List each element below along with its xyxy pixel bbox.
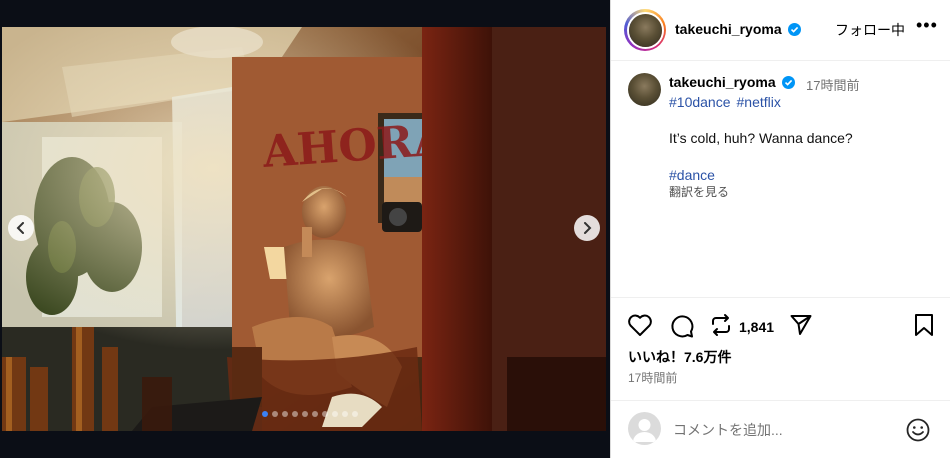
repost-count: 1,841 — [739, 319, 775, 335]
likes-count[interactable]: いいね！7.6万件 — [628, 347, 731, 367]
chevron-left-icon — [16, 222, 24, 234]
comment-input[interactable] — [673, 419, 893, 441]
post-timestamp: 17時間前 — [628, 371, 678, 385]
post-header: takeuchi_ryoma フォロー中 ••• — [611, 0, 950, 61]
carousel-dot — [282, 411, 288, 417]
caption-avatar[interactable] — [628, 73, 661, 106]
chevron-right-icon — [584, 222, 592, 234]
carousel-dot — [342, 411, 348, 417]
share-icon[interactable] — [789, 313, 813, 342]
carousel-dot — [312, 411, 318, 417]
heart-icon[interactable] — [627, 313, 653, 342]
carousel-prev-button[interactable] — [8, 215, 34, 241]
carousel-dot — [262, 411, 268, 417]
post-actions: 1,841 いいね！7.6万件 17時間前 — [611, 297, 950, 407]
post-photo[interactable]: AHORA — [2, 27, 606, 431]
carousel-dot — [332, 411, 338, 417]
carousel-dot — [352, 411, 358, 417]
carousel-next-button[interactable] — [574, 215, 600, 241]
author-avatar[interactable] — [624, 9, 666, 51]
bookmark-icon[interactable] — [913, 313, 935, 342]
carousel-dot — [302, 411, 308, 417]
caption-time: 17時間前 — [806, 78, 860, 93]
comment-icon[interactable] — [669, 313, 695, 344]
see-translation-link[interactable]: 翻訳を見る — [669, 183, 729, 200]
more-options-icon[interactable]: ••• — [916, 15, 938, 36]
viewer-avatar — [628, 412, 661, 445]
caption-hashtags: #10dance #netflix — [669, 94, 787, 110]
carousel-dot — [322, 411, 328, 417]
verified-badge-icon — [788, 23, 801, 36]
repost-icon[interactable] — [709, 313, 733, 342]
verified-badge-icon — [782, 76, 795, 89]
author-username[interactable]: takeuchi_ryoma — [675, 21, 782, 37]
hashtag-link[interactable]: #10dance — [669, 94, 731, 110]
carousel-dot — [292, 411, 298, 417]
caption-username[interactable]: takeuchi_ryoma — [669, 74, 776, 90]
carousel-dot — [272, 411, 278, 417]
hashtag-link[interactable]: #netflix — [737, 94, 781, 110]
caption-text: It’s cold, huh? Wanna dance? — [669, 130, 853, 146]
emoji-icon[interactable] — [905, 417, 931, 448]
carousel-dots — [262, 411, 358, 417]
comment-bar — [611, 400, 950, 458]
post-side-panel: takeuchi_ryoma フォロー中 ••• takeuchi_ryoma … — [610, 0, 950, 458]
media-pane: AHORA — [0, 0, 610, 458]
following-button[interactable]: フォロー中 — [835, 20, 905, 40]
hashtag-link[interactable]: #dance — [669, 167, 715, 183]
